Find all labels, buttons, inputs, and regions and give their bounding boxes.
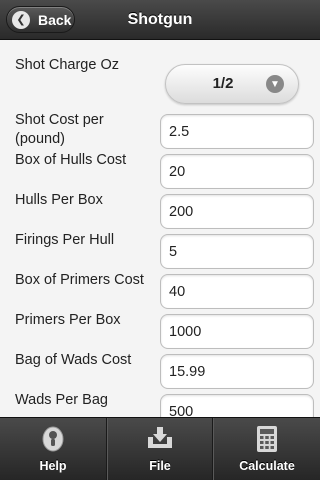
bottom-toolbar: Help File Calculate: [0, 417, 320, 480]
shot-charge-label: Shot Charge Oz: [15, 57, 119, 73]
calculator-icon: [257, 426, 277, 452]
file-button[interactable]: File: [107, 418, 213, 480]
calculate-label: Calculate: [239, 459, 295, 473]
form-content[interactable]: Shot Charge Oz 1/2 ▼ Shot Cost per (poun…: [0, 41, 320, 417]
shot-charge-value: 1/2: [212, 75, 234, 92]
chevron-down-icon: ▼: [266, 75, 284, 93]
field-label: Primers Per Box: [15, 312, 121, 328]
field-label: Firings Per Hull: [15, 232, 115, 248]
wads-per-bag-input[interactable]: 500: [160, 394, 314, 417]
wads-bag-cost-input[interactable]: 15.99: [160, 354, 314, 389]
field-label: Bag of Wads Cost: [15, 352, 132, 368]
help-label: Help: [39, 459, 67, 473]
file-label: File: [149, 459, 171, 473]
field-label: Box of Hulls Cost: [15, 152, 127, 168]
hulls-box-cost-input[interactable]: 20: [160, 154, 314, 189]
field-label: Shot Cost per (pound): [15, 112, 104, 147]
field-label: Hulls Per Box: [15, 192, 103, 208]
download-tray-icon: [148, 427, 172, 448]
primers-box-cost-input[interactable]: 40: [160, 274, 314, 309]
header-bar: ❮ Back Shotgun: [0, 0, 320, 40]
shot-cost-input[interactable]: 2.5: [160, 114, 314, 149]
field-label: Box of Primers Cost: [15, 272, 144, 288]
help-button[interactable]: Help: [0, 418, 107, 480]
calculate-button[interactable]: Calculate: [213, 418, 320, 480]
field-label: Wads Per Bag: [15, 392, 108, 408]
hulls-per-box-input[interactable]: 200: [160, 194, 314, 229]
chevron-left-icon: ❮: [12, 10, 30, 29]
shot-charge-select[interactable]: 1/2 ▼: [165, 64, 299, 104]
info-icon: [42, 426, 64, 452]
back-button-label: Back: [38, 11, 72, 28]
firings-per-hull-input[interactable]: 5: [160, 234, 314, 269]
back-button[interactable]: ❮ Back: [6, 6, 75, 33]
primers-per-box-input[interactable]: 1000: [160, 314, 314, 349]
